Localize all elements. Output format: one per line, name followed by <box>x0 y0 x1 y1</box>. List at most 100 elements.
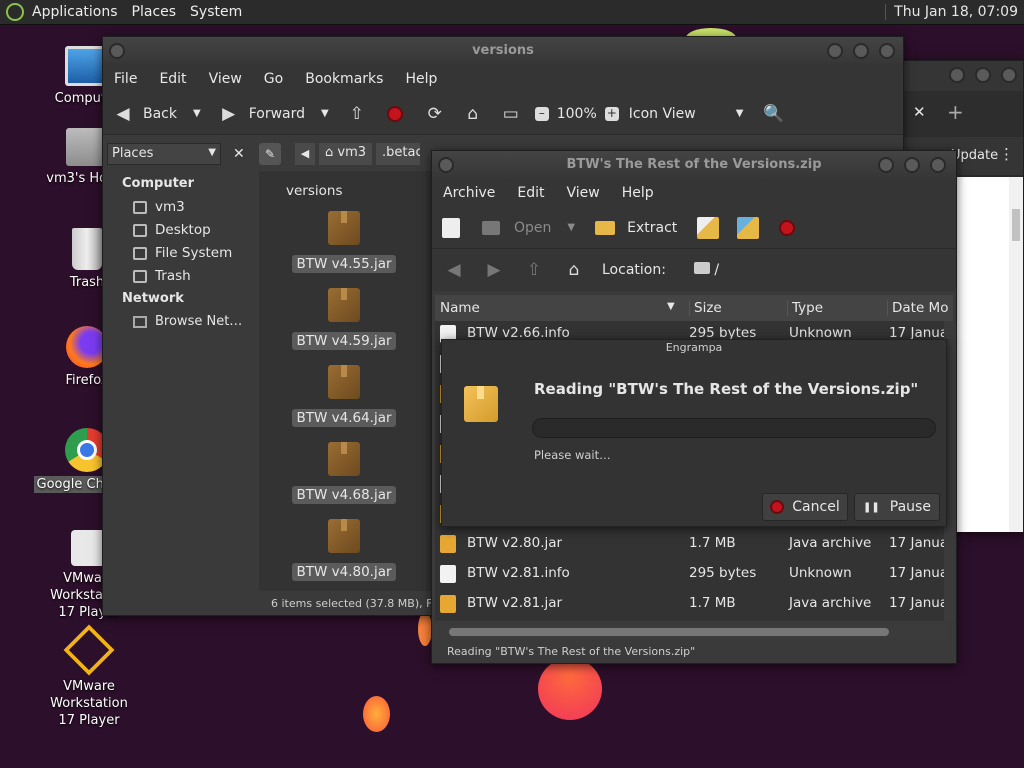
back-arrow-icon[interactable]: ◀ <box>444 260 464 280</box>
desktop-icon-vmware-2[interactable]: VMware Workstation 17 Player <box>24 624 154 729</box>
progress-dialog[interactable]: Engrampa Reading "BTW's The Rest of the … <box>441 339 947 527</box>
chevron-down-icon[interactable]: ▼ <box>321 108 329 119</box>
file-icon-item[interactable]: BTW v4.55.jar <box>289 211 399 273</box>
menu-archive[interactable]: Archive <box>443 185 495 201</box>
sidebar-select[interactable]: Places ▼ <box>107 143 221 165</box>
menu-places[interactable]: Places <box>132 4 177 20</box>
menu-help[interactable]: Help <box>622 185 654 201</box>
up-arrow-icon[interactable]: ⇧ <box>524 260 544 280</box>
sidebar-item-vm3[interactable]: vm3 <box>133 199 185 215</box>
file-icon-item[interactable]: BTW v4.59.jar <box>289 288 399 350</box>
package-icon <box>328 519 360 553</box>
location-field[interactable]: / <box>693 262 719 278</box>
zoom-out-button[interactable]: – <box>534 106 549 121</box>
edit-location-icon[interactable]: ✎ <box>259 143 281 165</box>
zoom-level[interactable]: 100% <box>557 106 597 122</box>
vmware-icon <box>63 624 115 676</box>
computer-button[interactable]: ▭ <box>501 104 521 124</box>
update-button[interactable]: Update <box>951 148 998 163</box>
column-size[interactable]: Size <box>689 300 722 316</box>
home-button[interactable]: ⌂ <box>463 104 483 124</box>
forward-button[interactable]: ▶ Forward ▼ <box>219 104 329 124</box>
pause-button[interactable]: ❚❚ Pause <box>854 493 940 521</box>
up-button[interactable]: ⇧ <box>347 104 367 124</box>
clock[interactable]: Thu Jan 18, 07:09 <box>885 4 1018 20</box>
sidebar-item-browse-network[interactable]: Browse Net… <box>133 314 242 329</box>
cell-date: 17 Januar <box>889 595 945 611</box>
back-button[interactable]: ◀ Back ▼ <box>113 103 201 124</box>
menu-view[interactable]: View <box>567 185 600 201</box>
close-button[interactable] <box>1001 67 1017 83</box>
trash-icon <box>72 228 102 270</box>
column-name[interactable]: Name <box>440 300 480 316</box>
menu-edit[interactable]: Edit <box>159 71 186 87</box>
desktop-icon-label: VMware Workstation 17 Player <box>50 679 128 728</box>
menu-edit[interactable]: Edit <box>517 185 544 201</box>
path-left-arrow-icon[interactable]: ◀ <box>295 143 315 165</box>
chevron-down-icon[interactable]: ▼ <box>193 108 201 119</box>
close-button[interactable] <box>930 157 946 173</box>
new-archive-button[interactable] <box>442 217 460 238</box>
menu-applications[interactable]: Applications <box>32 4 118 20</box>
menu-view[interactable]: View <box>209 71 242 87</box>
forward-arrow-icon[interactable]: ▶ <box>484 260 504 280</box>
chevron-down-icon: ▼ <box>735 108 744 119</box>
cell-type: Unknown <box>789 565 852 581</box>
add-files-button[interactable] <box>697 216 720 239</box>
menu-bookmarks[interactable]: Bookmarks <box>305 71 383 87</box>
sidebar-item-trash[interactable]: Trash <box>133 268 191 284</box>
scrollbar[interactable] <box>1009 177 1023 532</box>
window-menu-button[interactable] <box>438 157 454 173</box>
sidebar-item-file-system[interactable]: File System <box>133 245 232 261</box>
maximize-button[interactable] <box>853 43 869 59</box>
list-header: Name ▼ Size Type Date Mo <box>435 295 953 321</box>
column-type[interactable]: Type <box>787 300 823 316</box>
menu-file[interactable]: File <box>114 71 137 87</box>
path-button-betacraft[interactable]: .betacraft <box>376 143 421 165</box>
horizontal-scrollbar[interactable] <box>435 625 945 639</box>
kebab-menu-icon[interactable]: ⋮ <box>999 145 1014 163</box>
table-row[interactable]: BTW v2.80.jar 1.7 MB Java archive 17 Januar <box>435 529 945 559</box>
window-menu-button[interactable] <box>109 43 125 59</box>
cell-name: BTW v2.81.info <box>467 565 570 581</box>
chrome-tabbar: ✕ + <box>901 91 1023 137</box>
maximize-button[interactable] <box>975 67 991 83</box>
open-button[interactable]: Open ▼ <box>482 220 575 236</box>
close-tab-icon[interactable]: ✕ <box>913 103 926 121</box>
file-icon-item[interactable]: BTW v4.64.jar <box>289 365 399 427</box>
sidebar-item-desktop[interactable]: Desktop <box>133 222 211 238</box>
back-arrow-icon: ◀ <box>116 103 130 124</box>
search-button[interactable]: 🔍 <box>763 104 784 124</box>
table-row[interactable]: BTW v2.81.info 295 bytes Unknown 17 Januar <box>435 559 945 589</box>
stop-button[interactable] <box>386 105 403 122</box>
cancel-button[interactable]: Cancel <box>762 493 848 521</box>
path-button-vm3[interactable]: ⌂ vm3 <box>319 143 373 165</box>
menu-help[interactable]: Help <box>405 71 437 87</box>
minimize-button[interactable] <box>949 67 965 83</box>
new-tab-icon[interactable]: + <box>947 100 964 124</box>
file-icon-item[interactable]: BTW v4.80.jar <box>289 519 399 581</box>
close-button[interactable] <box>879 43 895 59</box>
file-icon-item[interactable]: BTW v4.68.jar <box>289 442 399 504</box>
menubar: File Edit View Go Bookmarks Help <box>103 65 903 93</box>
close-sidebar-icon[interactable]: ✕ <box>233 146 245 162</box>
trash-icon <box>133 269 147 283</box>
reload-button[interactable]: ⟳ <box>425 104 445 124</box>
menu-go[interactable]: Go <box>264 71 283 87</box>
maximize-button[interactable] <box>904 157 920 173</box>
table-row[interactable]: BTW v2.81.jar 1.7 MB Java archive 17 Januar <box>435 589 945 619</box>
menu-system[interactable]: System <box>190 4 242 20</box>
zoom-in-button[interactable]: + <box>604 106 619 121</box>
top-panel: Applications Places System Thu Jan 18, 0… <box>0 0 1024 25</box>
new-archive-icon <box>442 217 460 238</box>
location-bar: ◀ ▶ ⇧ ⌂ Location: / <box>432 249 956 291</box>
column-date[interactable]: Date Mo <box>887 300 948 316</box>
minimize-button[interactable] <box>878 157 894 173</box>
stop-button[interactable] <box>779 219 796 236</box>
home-icon[interactable]: ⌂ <box>564 260 584 280</box>
extract-button[interactable]: Extract <box>595 220 677 236</box>
view-mode-select[interactable]: Icon View ▼ <box>629 106 744 122</box>
add-folder-button[interactable] <box>737 216 760 239</box>
minimize-button[interactable] <box>827 43 843 59</box>
distro-logo-icon[interactable] <box>6 3 24 21</box>
